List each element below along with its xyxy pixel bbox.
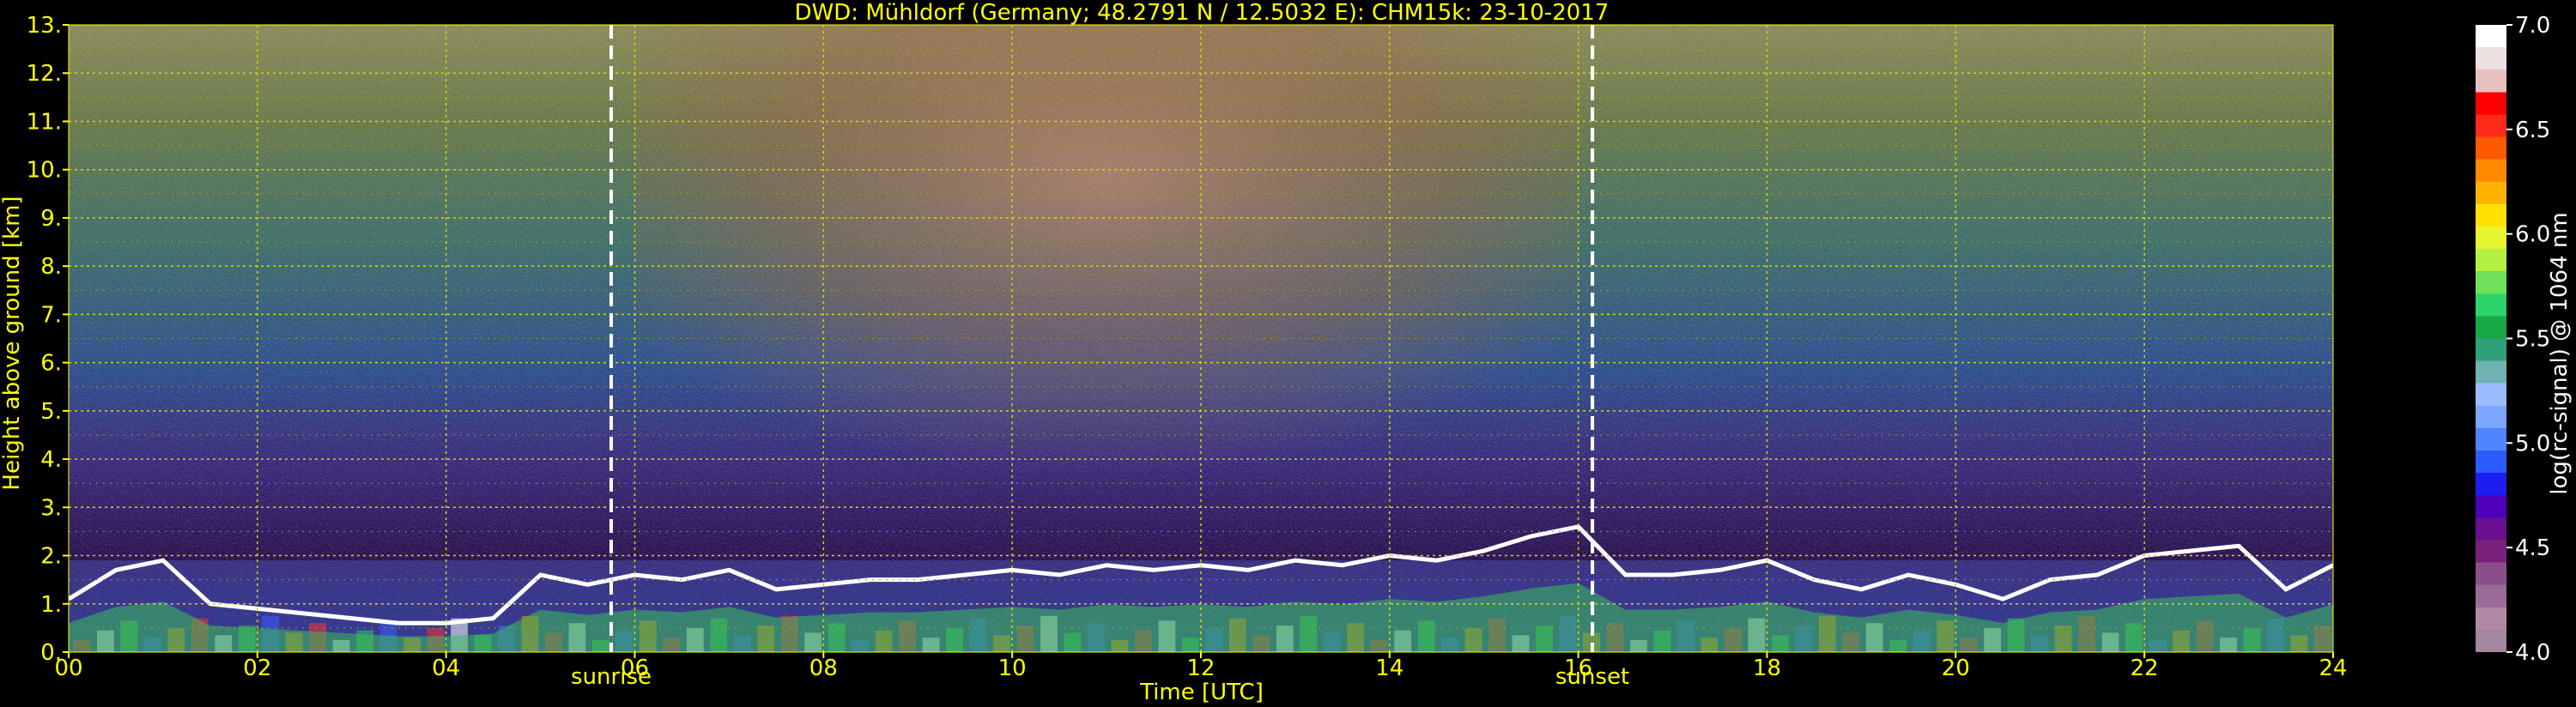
x-tick-label: 06	[621, 656, 649, 681]
x-axis: 00 02 04 06 08 10 12 14 16 18 20 22 24	[54, 652, 2348, 681]
y-axis-label: Height above ground [km]	[0, 196, 25, 490]
x-tick-label: 04	[432, 656, 460, 681]
y-tick-label: 7.	[40, 302, 62, 328]
x-tick-label: 20	[1942, 656, 1970, 681]
y-tick-label: 3.	[40, 495, 62, 521]
x-tick-label: 18	[1753, 656, 1781, 681]
x-tick-label: 02	[243, 656, 271, 681]
y-tick-label: 6.	[40, 351, 62, 377]
y-tick-label: 5.	[40, 399, 62, 425]
colorbar-tick-label: 4.5	[2515, 535, 2550, 561]
colorbar-tick-label: 5.5	[2515, 327, 2550, 353]
x-axis-label: Time [UTC]	[1139, 680, 1264, 705]
x-tick-label: 10	[998, 656, 1027, 681]
y-tick-label: 1.	[40, 592, 62, 618]
colorbar-tick-label: 4.0	[2515, 640, 2550, 666]
colorbar-ticks: 4.0 4.5 5.0 5.5 6.0 6.5 7.0	[2506, 13, 2550, 666]
colorbar	[2476, 25, 2506, 652]
colorbar-tick-label: 6.0	[2515, 222, 2550, 248]
x-tick-label: 08	[809, 656, 838, 681]
y-tick-label: 11.	[27, 109, 62, 135]
y-tick-label: 12.	[27, 61, 62, 87]
y-tick-label: 8.	[40, 254, 62, 280]
colorbar-tick-label: 6.5	[2515, 118, 2550, 143]
x-tick-label: 24	[2318, 656, 2347, 681]
y-tick-label: 4.	[40, 447, 62, 473]
x-tick-label: 14	[1375, 656, 1403, 681]
chart-title: DWD: Mühldorf (Germany; 48.2791 N / 12.5…	[795, 0, 1609, 26]
y-axis: 0. 1. 2. 3. 4. 5. 6. 7. 8. 9. 10. 11. 12. 13.	[27, 13, 69, 666]
ceilometer-chart: sunrise sunset 00 02 04 06 08 10 12 14 16 18 20 22 24…	[0, 0, 2573, 705]
y-tick-label: 0.	[40, 640, 62, 666]
x-tick-label: 22	[2131, 656, 2159, 681]
colorbar-tick-label: 7.0	[2515, 13, 2550, 39]
y-tick-label: 10.	[27, 158, 62, 184]
y-tick-label: 2.	[40, 544, 62, 570]
x-tick-label: 12	[1186, 656, 1215, 681]
colorbar-tick-label: 5.0	[2515, 431, 2550, 456]
y-tick-label: 13.	[27, 13, 62, 39]
y-tick-label: 9.	[40, 206, 62, 232]
colorbar-label: log(rc-signal) @ 1064 nm	[2547, 212, 2573, 494]
x-tick-label: 16	[1564, 656, 1592, 681]
